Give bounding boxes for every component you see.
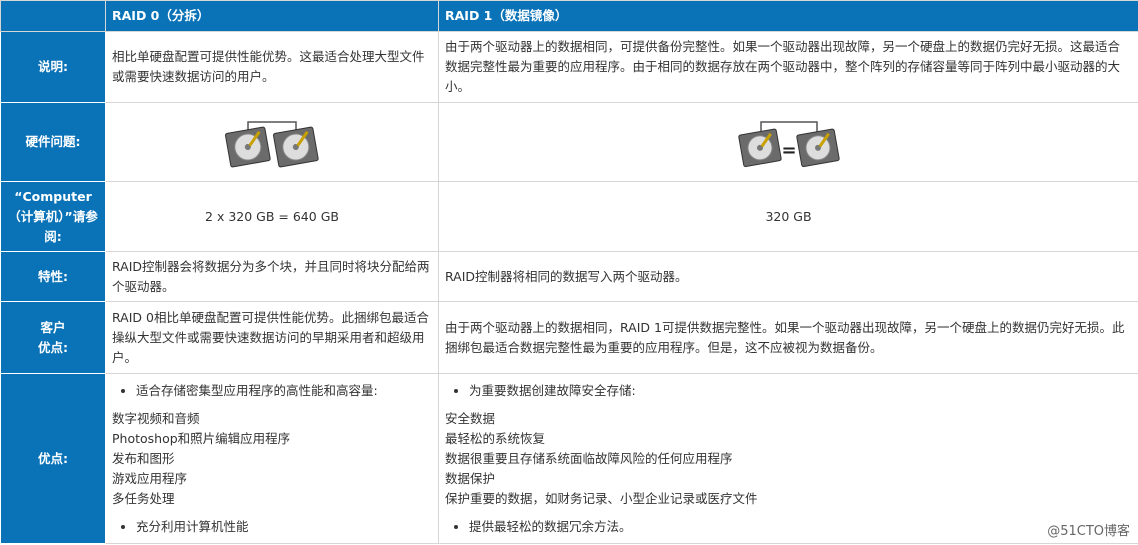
mirrored-hard-drive-icon: =	[737, 121, 840, 168]
list-item: 安全数据	[445, 410, 496, 426]
raid0-advantages: 适合存储密集型应用程序的高性能和高容量: 数字视频和音频 Photoshop和照…	[105, 373, 439, 544]
raid-comparison-table: RAID 0（分拆） RAID 1（数据镜像） 说明: 相比单硬盘配置可提供性能…	[0, 0, 1138, 544]
row-hardware: 硬件问题: =	[0, 102, 1138, 182]
row-features: 特性: RAID控制器会将数据分为多个块，并且同时将块分配给两个驱动器。 RAI…	[0, 251, 1138, 302]
watermark: @51CTO博客	[1047, 524, 1130, 539]
raid1-description: 由于两个驱动器上的数据相同，可提供备份完整性。如果一个驱动器出现故障，另一个硬盘…	[438, 31, 1138, 103]
row-label: 说明:	[0, 31, 106, 103]
list-item: 适合存储密集型应用程序的高性能和高容量:	[136, 381, 432, 401]
equals-sign: =	[781, 140, 796, 161]
list-item: 数据保护	[445, 470, 496, 486]
row-label: 优点:	[0, 373, 106, 544]
list-item: 数据很重要且存储系统面临故障风险的任何应用程序	[445, 450, 733, 466]
raid1-advantages: 为重要数据创建故障安全存储: 安全数据 最轻松的系统恢复 数据很重要且存储系统面…	[438, 373, 1138, 544]
hard-drive-pair-icon	[224, 121, 319, 168]
list-item: 充分利用计算机性能	[136, 517, 432, 537]
row-label: 客户 优点:	[0, 301, 106, 374]
list-item: 保护重要的数据，如财务记录、小型企业记录或医疗文件	[445, 490, 758, 506]
raid1-customer-benefits: 由于两个驱动器上的数据相同，RAID 1可提供数据完整性。如果一个驱动器出现故障…	[438, 301, 1138, 374]
row-label-line1: 客户	[40, 319, 66, 335]
row-description: 说明: 相比单硬盘配置可提供性能优势。这最适合处理大型文件或需要快速数据访问的用…	[0, 31, 1138, 103]
raid1-features: RAID控制器将相同的数据写入两个驱动器。	[438, 251, 1138, 302]
list-item: 为重要数据创建故障安全存储:	[469, 381, 1132, 401]
row-label: 特性:	[0, 251, 106, 302]
list-item: 数字视频和音频	[112, 410, 200, 426]
list-item: 游戏应用程序	[112, 470, 188, 486]
list-item: 多任务处理	[112, 490, 175, 506]
list-item: 提供最轻松的数据冗余方法。	[469, 517, 1132, 537]
raid0-features: RAID控制器会将数据分为多个块，并且同时将块分配给两个驱动器。	[105, 251, 439, 302]
header-raid0: RAID 0（分拆）	[105, 0, 439, 32]
list-item: Photoshop和照片编辑应用程序	[112, 430, 291, 446]
row-label: “Computer（计算机）”请参阅:	[0, 181, 106, 252]
header-raid1: RAID 1（数据镜像）	[438, 0, 1138, 32]
row-advantages: 优点: 适合存储密集型应用程序的高性能和高容量: 数字视频和音频 Photosh…	[0, 373, 1138, 544]
row-capacity: “Computer（计算机）”请参阅: 2 x 320 GB = 640 GB …	[0, 181, 1138, 252]
header-empty-cell	[0, 0, 106, 32]
row-label: 硬件问题:	[0, 102, 106, 182]
raid0-description: 相比单硬盘配置可提供性能优势。这最适合处理大型文件或需要快速数据访问的用户。	[105, 31, 439, 103]
list-item: 发布和图形	[112, 450, 175, 466]
raid1-hardware-cell: =	[438, 102, 1138, 182]
raid0-capacity: 2 x 320 GB = 640 GB	[105, 181, 439, 252]
header-row: RAID 0（分拆） RAID 1（数据镜像）	[0, 0, 1138, 32]
list-item: 最轻松的系统恢复	[445, 430, 546, 446]
row-customer-benefits: 客户 优点: RAID 0相比单硬盘配置可提供性能优势。此捆绑包最适合操纵大型文…	[0, 301, 1138, 374]
raid0-hardware-cell	[105, 102, 439, 182]
raid0-customer-benefits: RAID 0相比单硬盘配置可提供性能优势。此捆绑包最适合操纵大型文件或需要快速数…	[105, 301, 439, 374]
raid1-capacity: 320 GB	[438, 181, 1138, 252]
row-label-line2: 优点:	[38, 339, 68, 355]
